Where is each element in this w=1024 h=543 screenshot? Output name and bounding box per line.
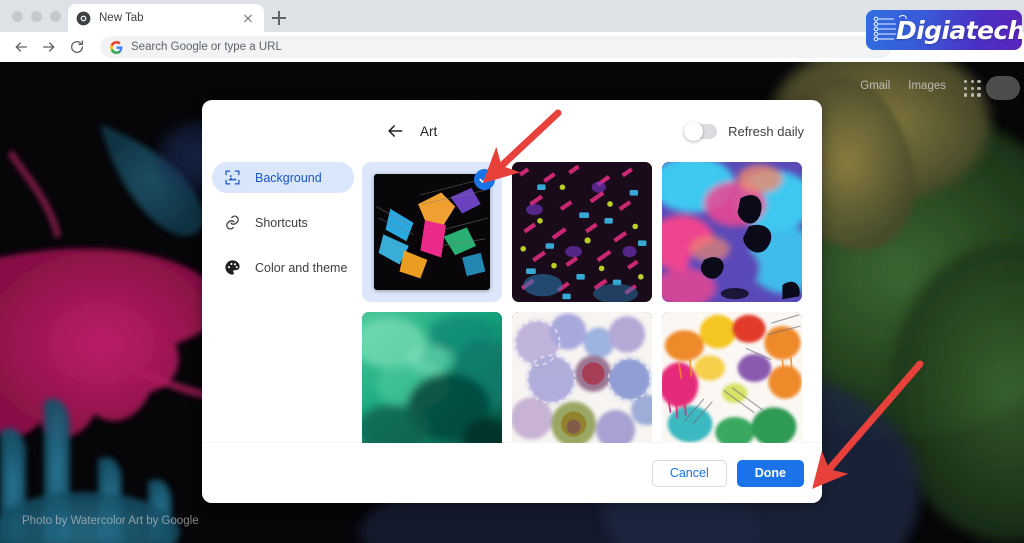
dialog-sidebar: Background Shortcuts Color and theme	[202, 162, 362, 443]
omnibox-placeholder: Search Google or type a URL	[131, 41, 282, 53]
thumbnail-art	[662, 312, 802, 443]
image-frame-icon	[224, 169, 241, 186]
search-input[interactable]: Search Google or type a URL	[100, 36, 892, 58]
logo-text: Digiatech	[896, 15, 1022, 45]
tab-new-tab[interactable]: New Tab	[68, 4, 264, 32]
thumbnail-art	[512, 162, 652, 302]
arrow-right-icon[interactable]	[36, 34, 62, 60]
thumbnail-cyan-magenta-ink-wash[interactable]	[662, 162, 802, 302]
dialog-body: Background Shortcuts Color and theme	[202, 162, 822, 443]
palette-icon	[224, 259, 241, 276]
photo-credit: Photo by Watercolor Art by Google	[22, 515, 199, 527]
thumbnail-magenta-speckle-texture[interactable]	[512, 162, 652, 302]
done-button[interactable]: Done	[736, 459, 804, 487]
chrome-icon	[76, 11, 91, 26]
sidebar-item-label: Shortcuts	[255, 215, 308, 230]
customize-chrome-dialog: Art Refresh daily Background Shortcuts C…	[202, 100, 822, 503]
arrow-left-icon[interactable]	[382, 118, 408, 144]
avatar[interactable]	[986, 76, 1020, 100]
cancel-button[interactable]: Cancel	[651, 459, 727, 487]
dialog-header: Art Refresh daily	[202, 100, 822, 162]
images-link[interactable]: Images	[908, 80, 946, 92]
sidebar-item-label: Background	[255, 170, 322, 185]
close-icon[interactable]	[240, 10, 256, 26]
check-icon	[474, 169, 495, 190]
gmail-link[interactable]: Gmail	[860, 80, 890, 92]
background-grid-scroll[interactable]	[362, 162, 822, 443]
ntp-top-links: Gmail Images	[860, 80, 946, 92]
apps-grid-icon[interactable]	[964, 80, 982, 98]
sidebar-item-background[interactable]: Background	[212, 162, 354, 193]
page-title: Art	[420, 123, 438, 139]
dialog-footer: Cancel Done	[202, 443, 822, 503]
plus-icon[interactable]	[268, 7, 290, 29]
thumbnail-art	[374, 174, 490, 290]
sidebar-item-color-and-theme[interactable]: Color and theme	[212, 252, 354, 283]
refresh-daily-label: Refresh daily	[728, 123, 804, 139]
digiatech-logo: Digiatech	[866, 10, 1022, 50]
arrow-left-icon[interactable]	[8, 34, 34, 60]
refresh-daily-toggle[interactable]	[684, 121, 718, 141]
link-icon	[224, 214, 241, 231]
thumbnail-color-splash-on-black[interactable]	[362, 162, 502, 302]
reload-icon[interactable]	[64, 34, 90, 60]
thumbnail-green-teal-wash[interactable]	[362, 312, 502, 443]
refresh-daily-control[interactable]: Refresh daily	[684, 121, 804, 141]
thumbnail-art	[362, 312, 502, 443]
sidebar-item-label: Color and theme	[255, 260, 348, 275]
screen: Gmail Images Photo by Watercolor Art by …	[0, 0, 1024, 543]
thumbnail-orange-magenta-splatter[interactable]	[662, 312, 802, 443]
google-g-icon	[110, 40, 123, 54]
thumbnail-art	[662, 162, 802, 302]
tab-title: New Tab	[99, 12, 144, 24]
sidebar-item-shortcuts[interactable]: Shortcuts	[212, 207, 354, 238]
background-grid	[362, 162, 806, 443]
thumbnail-pastel-ink-blooms[interactable]	[512, 312, 652, 443]
window-controls[interactable]	[12, 11, 61, 22]
thumbnail-art	[512, 312, 652, 443]
